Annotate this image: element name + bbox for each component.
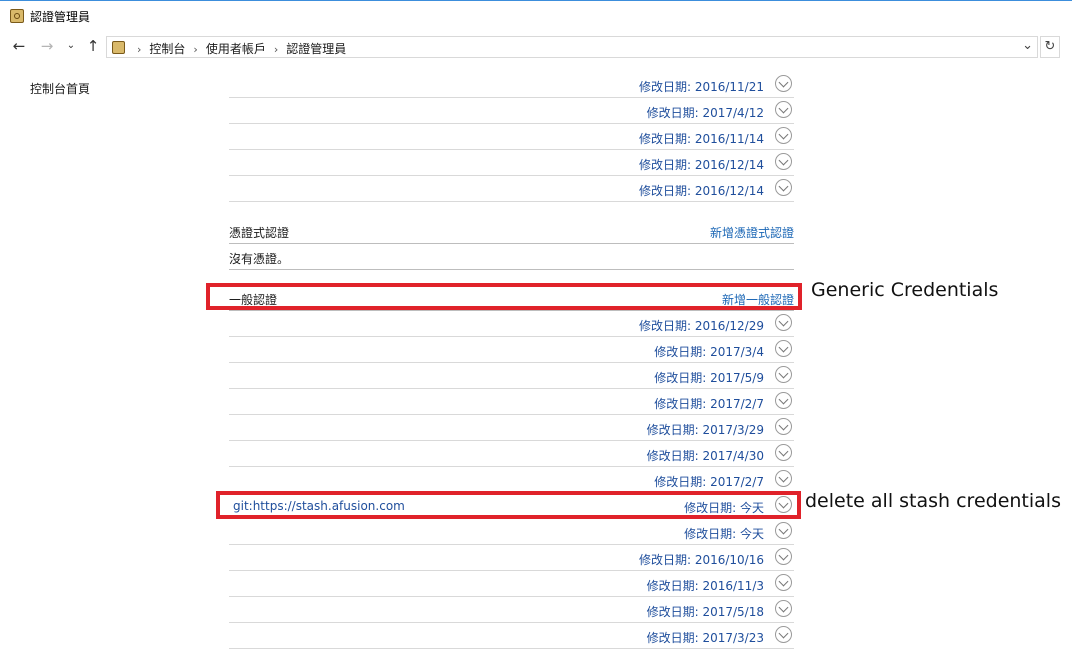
- no-certificates-row: 沒有憑證。: [229, 244, 794, 270]
- modified-date: 修改日期: 2016/10/16: [638, 553, 764, 567]
- credential-row[interactable]: 修改日期: 今天: [229, 519, 794, 545]
- control-panel-home-link[interactable]: 控制台首頁: [30, 80, 90, 97]
- expand-chevron-icon[interactable]: [775, 548, 792, 565]
- stash-credentials-annotation: delete all stash credentials: [805, 490, 1061, 512]
- expand-chevron-icon[interactable]: [775, 75, 792, 92]
- modified-date: 修改日期: 今天: [684, 527, 764, 541]
- modified-date: 修改日期: 2016/11/3: [646, 579, 764, 593]
- expand-chevron-icon[interactable]: [775, 392, 792, 409]
- navigation-bar: ← → ⌄ ↑ › 控制台 › 使用者帳戶 › 認證管理員 ⌄ ↻: [0, 33, 1072, 61]
- expand-chevron-icon[interactable]: [775, 522, 792, 539]
- modified-date: 修改日期: 2017/3/29: [646, 423, 764, 437]
- breadcrumb: › 控制台 › 使用者帳戶 › 認證管理員: [129, 40, 346, 57]
- modified-date: 修改日期: 2017/3/23: [646, 631, 764, 645]
- recent-locations-chevron-icon[interactable]: ⌄: [62, 37, 80, 55]
- credential-row[interactable]: 修改日期: 2017/5/18: [229, 597, 794, 623]
- breadcrumb-separator-icon: ›: [137, 43, 142, 56]
- expand-chevron-icon[interactable]: [775, 314, 792, 331]
- credential-row[interactable]: 修改日期: 2016/11/3: [229, 571, 794, 597]
- up-arrow-icon[interactable]: ↑: [84, 37, 102, 55]
- modified-date: 修改日期: 2017/5/18: [646, 605, 764, 619]
- credential-row[interactable]: 修改日期: 2016/12/14: [229, 150, 794, 176]
- credential-row[interactable]: 修改日期: 2017/3/29: [229, 415, 794, 441]
- refresh-icon[interactable]: ↻: [1040, 36, 1060, 58]
- breadcrumb-credential-manager[interactable]: 認證管理員: [286, 42, 346, 56]
- credential-row[interactable]: 修改日期: 2017/2/7: [229, 467, 794, 493]
- address-dropdown-icon[interactable]: ⌄: [1022, 38, 1033, 53]
- expand-chevron-icon[interactable]: [775, 366, 792, 383]
- breadcrumb-control-panel[interactable]: 控制台: [149, 42, 185, 56]
- expand-chevron-icon[interactable]: [775, 127, 792, 144]
- empty-message: 沒有憑證。: [229, 252, 290, 266]
- credential-row[interactable]: 修改日期: 2017/5/9: [229, 363, 794, 389]
- credential-row[interactable]: 修改日期: 2016/12/29: [229, 311, 794, 337]
- expand-chevron-icon[interactable]: [775, 340, 792, 357]
- modified-date: 修改日期: 2016/11/21: [638, 80, 764, 94]
- expand-chevron-icon[interactable]: [775, 626, 792, 643]
- section-title: 憑證式認證: [229, 226, 290, 240]
- expand-chevron-icon[interactable]: [775, 153, 792, 170]
- breadcrumb-separator-icon: ›: [193, 43, 198, 56]
- modified-date: 修改日期: 2016/12/14: [638, 158, 764, 172]
- modified-date: 修改日期: 2017/3/4: [654, 345, 764, 359]
- generic-credentials-highlight-box: [206, 283, 802, 310]
- expand-chevron-icon[interactable]: [775, 444, 792, 461]
- modified-date: 修改日期: 2016/12/29: [638, 319, 764, 333]
- breadcrumb-user-accounts[interactable]: 使用者帳戶: [206, 42, 266, 56]
- add-certificate-credential-link[interactable]: 新增憑證式認證: [710, 224, 794, 241]
- expand-chevron-icon[interactable]: [775, 101, 792, 118]
- credential-row[interactable]: 修改日期: 2017/3/4: [229, 337, 794, 363]
- forward-arrow-icon[interactable]: →: [38, 37, 56, 55]
- generic-credentials-annotation: Generic Credentials: [811, 279, 999, 301]
- credential-row[interactable]: 修改日期: 2017/4/30: [229, 441, 794, 467]
- back-arrow-icon[interactable]: ←: [10, 37, 28, 55]
- credential-row[interactable]: 修改日期: 2017/2/7: [229, 389, 794, 415]
- address-bar[interactable]: › 控制台 › 使用者帳戶 › 認證管理員 ⌄: [106, 36, 1038, 58]
- window-title: 認證管理員: [30, 10, 91, 24]
- modified-date: 修改日期: 2017/4/12: [646, 106, 764, 120]
- expand-chevron-icon[interactable]: [775, 470, 792, 487]
- expand-chevron-icon[interactable]: [775, 574, 792, 591]
- breadcrumb-separator-icon: ›: [273, 43, 279, 56]
- stash-credential-highlight-box: [216, 491, 801, 519]
- modified-date: 修改日期: 2017/5/9: [654, 371, 764, 385]
- credential-row[interactable]: 修改日期: 2016/11/21: [229, 72, 794, 98]
- expand-chevron-icon[interactable]: [775, 179, 792, 196]
- expand-chevron-icon[interactable]: [775, 418, 792, 435]
- expand-chevron-icon[interactable]: [775, 600, 792, 617]
- modified-date: 修改日期: 2016/11/14: [638, 132, 764, 146]
- credential-row[interactable]: 修改日期: 2016/11/14: [229, 124, 794, 150]
- title-bar: 認證管理員: [0, 1, 1072, 31]
- credential-row[interactable]: 修改日期: 2017/4/12: [229, 98, 794, 124]
- modified-date: 修改日期: 2017/2/7: [654, 475, 764, 489]
- modified-date: 修改日期: 2017/4/30: [646, 449, 764, 463]
- credential-row[interactable]: 修改日期: 2016/12/14: [229, 176, 794, 202]
- credential-row[interactable]: 修改日期: 2016/10/16: [229, 545, 794, 571]
- control-panel-icon: [112, 41, 125, 54]
- credential-manager-icon: [10, 9, 24, 23]
- credential-row[interactable]: 修改日期: 2017/3/23: [229, 623, 794, 649]
- modified-date: 修改日期: 2017/2/7: [654, 397, 764, 411]
- certificate-credentials-header: 憑證式認證 新增憑證式認證: [229, 218, 794, 244]
- modified-date: 修改日期: 2016/12/14: [638, 184, 764, 198]
